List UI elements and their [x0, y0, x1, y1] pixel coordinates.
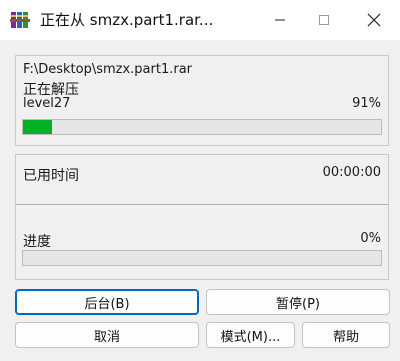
maximize-button[interactable] [302, 0, 346, 40]
pause-button[interactable]: 暂停(P) [206, 289, 390, 315]
total-progress-bar [22, 250, 382, 266]
archive-path: F:\Desktop\smzx.part1.rar [23, 62, 193, 77]
winrar-books-icon [10, 12, 30, 28]
elapsed-time-value: 00:00:00 [322, 165, 381, 180]
extraction-dialog: 正在从 smzx.part1.rar... F:\Desktop\smzx.pa… [0, 0, 400, 361]
current-file-panel: F:\Desktop\smzx.part1.rar 正在解压 level27 9… [15, 55, 389, 146]
minimize-button[interactable] [258, 0, 302, 40]
total-progress-label: 进度 [23, 234, 51, 250]
total-progress-value: 0% [360, 231, 381, 246]
window-title: 正在从 smzx.part1.rar... [40, 11, 214, 29]
close-icon [367, 13, 381, 27]
file-progress-fill [23, 120, 52, 134]
divider [16, 204, 388, 205]
mode-button[interactable]: 模式(M)... [206, 322, 295, 348]
maximize-icon [319, 15, 329, 25]
cancel-button[interactable]: 取消 [15, 322, 199, 348]
elapsed-time-label: 已用时间 [23, 168, 79, 184]
minimize-icon [275, 19, 285, 21]
current-file-name: level27 [23, 96, 71, 111]
title-bar[interactable]: 正在从 smzx.part1.rar... [0, 0, 400, 40]
close-button[interactable] [352, 0, 396, 40]
overall-stats-panel: 已用时间 00:00:00 进度 0% [15, 154, 389, 280]
file-percent: 91% [352, 96, 381, 111]
background-button[interactable]: 后台(B) [15, 289, 199, 315]
help-button[interactable]: 帮助 [302, 322, 390, 348]
file-progress-bar [22, 119, 382, 135]
